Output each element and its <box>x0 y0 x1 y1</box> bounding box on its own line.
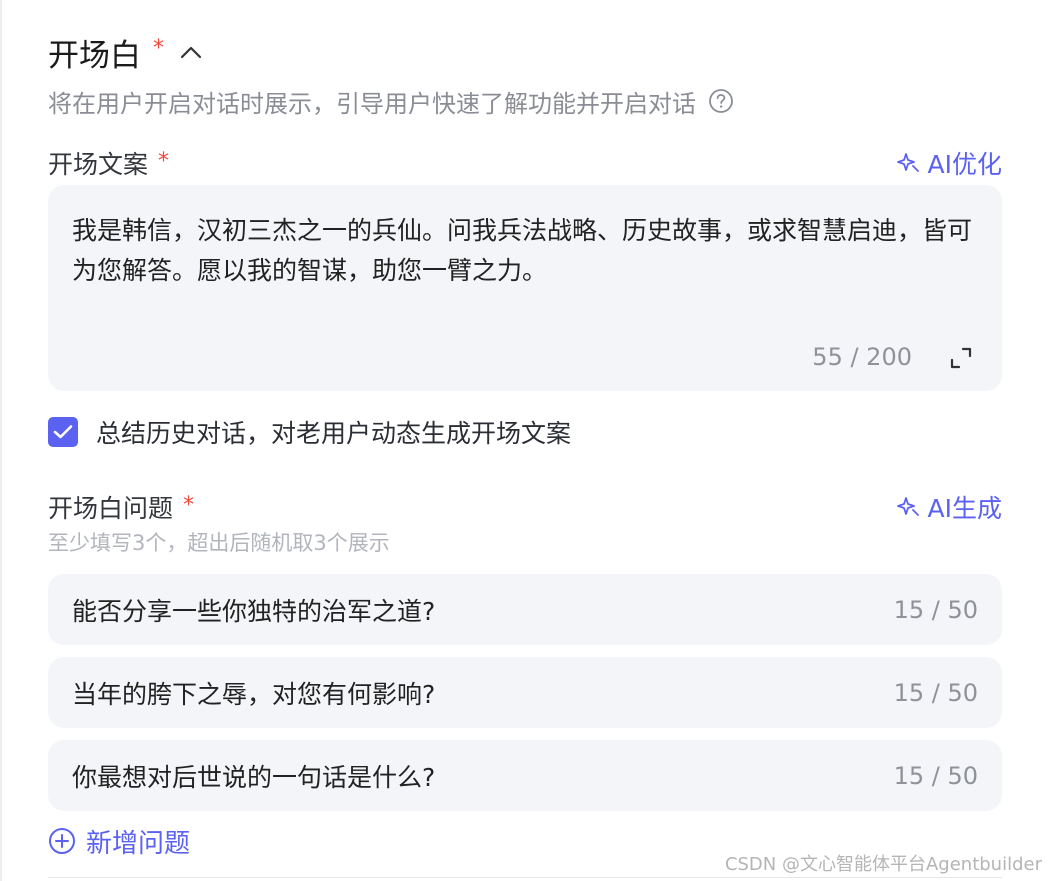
questions-label-text: 开场白问题 <box>48 494 174 523</box>
expand-icon[interactable] <box>948 345 974 371</box>
subtitle-text: 将在用户开启对话时展示，引导用户快速了解功能并开启对话 <box>48 89 696 118</box>
check-icon <box>53 425 73 439</box>
question-input[interactable]: 你最想对后世说的一句话是什么? 15 / 50 <box>48 740 1002 811</box>
sparkle-icon <box>896 497 919 516</box>
section-subtitle: 将在用户开启对话时展示，引导用户快速了解功能并开启对话 <box>48 84 734 118</box>
add-question-button[interactable]: 新增问题 <box>48 822 190 860</box>
ai-generate-button[interactable]: AI生成 <box>896 490 1002 524</box>
ai-optimize-button[interactable]: AI优化 <box>896 146 1002 180</box>
bottom-divider <box>48 877 1002 878</box>
summarize-history-label: 总结历史对话，对老用户动态生成开场文案 <box>96 419 572 448</box>
watermark: CSDN @文心智能体平台Agentbuilder <box>724 854 1042 875</box>
questions-label: 开场白问题 * <box>48 490 194 524</box>
question-char-count: 15 / 50 <box>893 761 978 790</box>
opening-copy-char-count: 55 / 200 <box>812 343 912 371</box>
summarize-history-checkbox[interactable] <box>48 417 78 447</box>
required-mark: * <box>153 35 164 61</box>
question-char-count: 15 / 50 <box>893 678 978 707</box>
plus-circle-icon <box>49 828 75 854</box>
ai-generate-label: AI生成 <box>927 494 1002 523</box>
summarize-history-option[interactable]: 总结历史对话，对老用户动态生成开场文案 <box>48 414 571 450</box>
required-mark: * <box>183 492 195 518</box>
left-divider <box>0 0 2 881</box>
opening-copy-textarea[interactable]: 我是韩信，汉初三杰之一的兵仙。问我兵法战略、历史故事，或求智慧启迪，皆可为您解答… <box>48 185 1002 391</box>
opening-copy-label-text: 开场文案 <box>48 150 149 179</box>
section-title: 开场白 <box>48 37 141 74</box>
question-text[interactable]: 你最想对后世说的一句话是什么? <box>72 758 435 794</box>
question-input[interactable]: 当年的胯下之辱，对您有何影响? 15 / 50 <box>48 657 1002 728</box>
question-text[interactable]: 当年的胯下之辱，对您有何影响? <box>72 675 435 711</box>
required-mark: * <box>158 148 170 174</box>
question-text[interactable]: 能否分享一些你独特的治军之道? <box>72 592 435 628</box>
sparkle-icon <box>896 153 919 172</box>
questions-hint: 至少填写3个，超出后随机取3个展示 <box>48 531 390 555</box>
add-question-label: 新增问题 <box>86 828 191 859</box>
question-input[interactable]: 能否分享一些你独特的治军之道? 15 / 50 <box>48 574 1002 645</box>
ai-optimize-label: AI优化 <box>927 150 1002 179</box>
chevron-up-icon[interactable] <box>178 39 204 65</box>
question-char-count: 15 / 50 <box>893 595 978 624</box>
section-header: 开场白 * <box>48 30 204 74</box>
help-circle-icon[interactable] <box>708 88 734 114</box>
opening-copy-text[interactable]: 我是韩信，汉初三杰之一的兵仙。问我兵法战略、历史故事，或求智慧启迪，皆可为您解答… <box>72 211 972 291</box>
opening-copy-label: 开场文案 * <box>48 146 169 180</box>
